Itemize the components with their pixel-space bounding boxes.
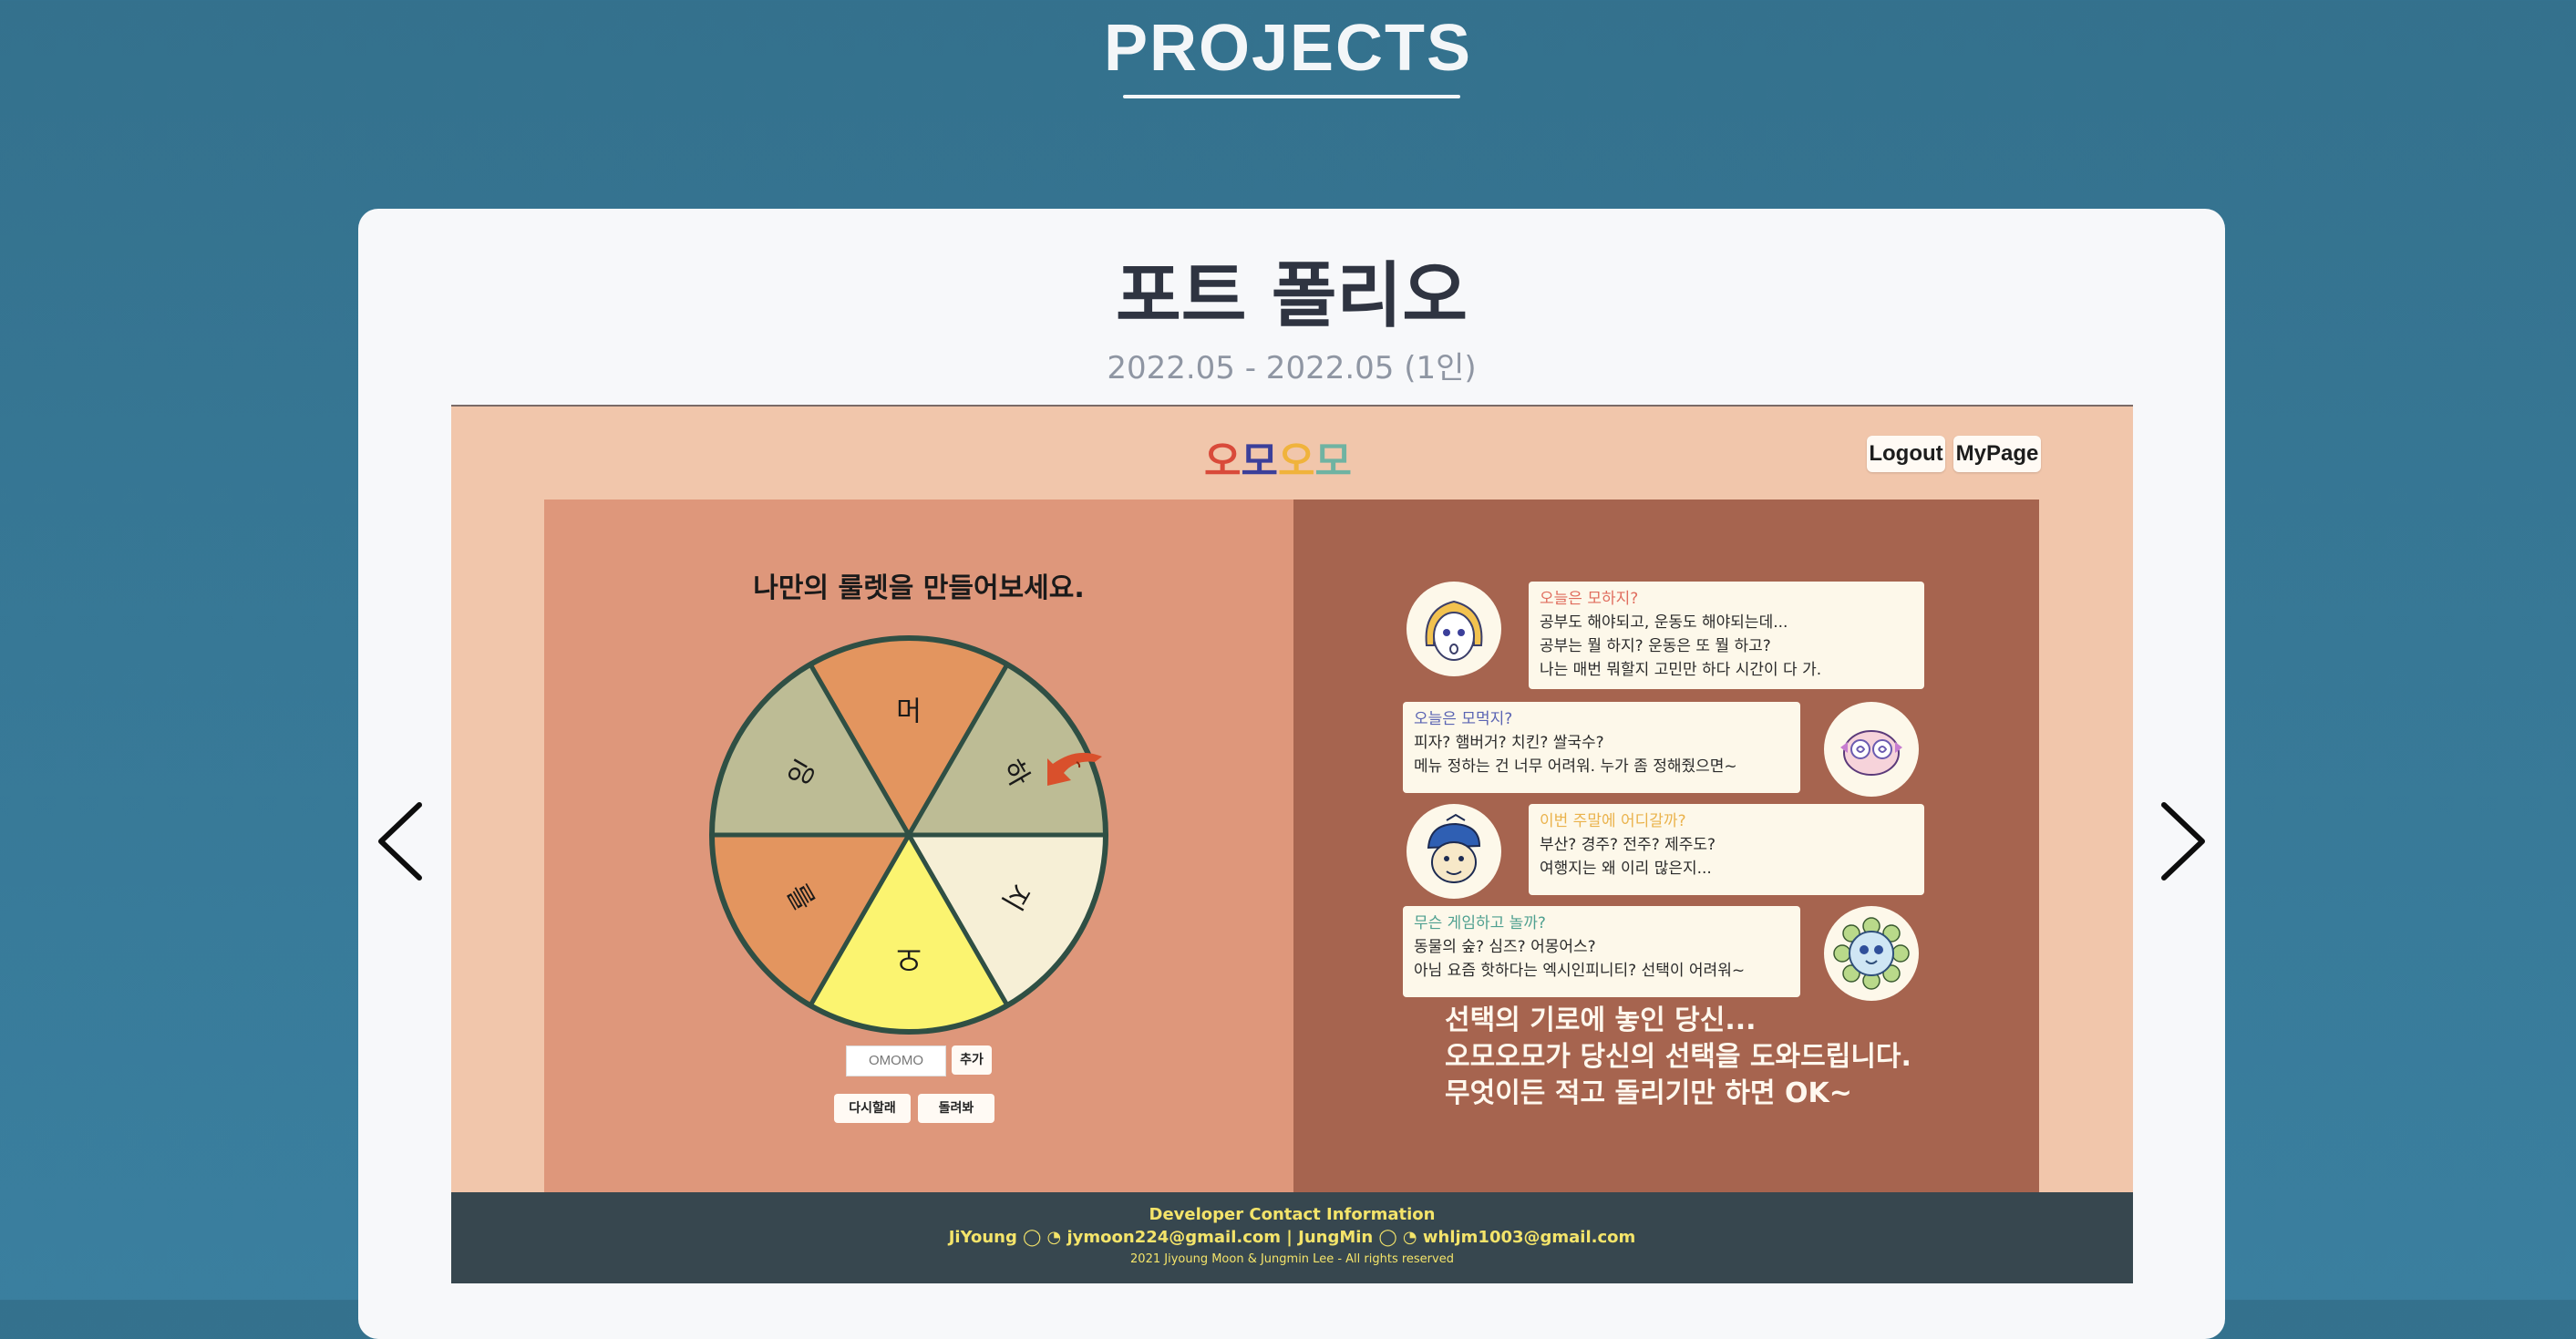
roulette-wheel[interactable]: 머하지오를잉 <box>708 625 1128 1045</box>
roulette-title: 나만의 룰렛을 만들어보세요. <box>753 572 1085 604</box>
logout-button[interactable]: Logout <box>1867 436 1945 472</box>
bubble-question: 이번 주말에 어디갈까? <box>1540 812 1686 830</box>
project-period: 2022.05 - 2022.05 (1인) <box>1107 350 1477 386</box>
section-title-underline <box>1123 95 1460 98</box>
footer-contacts: JiYoung ◯ ◔ jymoon224@gmail.com | JungMi… <box>948 1228 1636 1247</box>
spin-button[interactable]: 돌려봐 <box>918 1094 994 1123</box>
app-logo: 오모오모 <box>1204 428 1352 487</box>
roulette-panel: 나만의 룰렛을 만들어보세요. 머하지오를잉 OMOMO 추가 다시할래 돌려봐 <box>544 500 1293 1192</box>
bubble-line: 동물의 숲? 심즈? 어몽어스? <box>1414 938 1596 956</box>
footer-copyright: 2021 Jiyoung Moon & Jungmin Lee - All ri… <box>1130 1252 1454 1266</box>
bubble-question: 오늘은 모먹지? <box>1414 710 1513 728</box>
app-footer: Developer Contact Information JiYoung ◯ … <box>451 1192 2133 1283</box>
speech-bubble: 무슨 게임하고 놀까? 동물의 숲? 심즈? 어몽어스? 아님 요즘 핫하다는 … <box>1403 906 1800 997</box>
speech-bubble: 오늘은 모먹지? 피자? 햄버거? 치킨? 쌀국수? 메뉴 정하는 건 너무 어… <box>1403 702 1800 793</box>
roulette-segment-label: 머 <box>896 696 922 728</box>
project-title: 포트 폴리오 <box>1116 255 1468 337</box>
bubble-question: 무슨 게임하고 놀까? <box>1414 914 1546 932</box>
logo-letter: 오 <box>1277 438 1315 485</box>
chevron-right-icon <box>2161 802 2205 881</box>
roulette-segment-label: 오 <box>896 942 922 973</box>
carousel-prev-button[interactable] <box>374 800 428 882</box>
slogan-line: 선택의 기로에 놓인 당신... <box>1445 1004 1757 1036</box>
girl-face-icon <box>1425 600 1483 661</box>
footer-heading: Developer Contact Information <box>1149 1205 1436 1224</box>
bubble-line: 공부는 뭘 하지? 운동은 또 뭘 하고? <box>1540 637 1771 655</box>
avatar <box>1406 582 1501 676</box>
bubble-line: 여행지는 왜 이리 많은지... <box>1540 860 1712 878</box>
bubble-line: 나는 매번 뭐할지 고민만 하다 시간이 다 가. <box>1540 661 1822 679</box>
bubble-question: 오늘은 모하지? <box>1540 590 1639 608</box>
bubble-line: 부산? 경주? 전주? 제주도? <box>1540 836 1716 854</box>
carousel-next-button[interactable] <box>2155 800 2210 882</box>
logo-letter: 모 <box>1241 438 1278 485</box>
logo-letter: 모 <box>1314 438 1352 485</box>
avatar <box>1824 906 1919 1001</box>
bubble-line: 메뉴 정하는 건 너무 어려워. 누가 좀 정해줬으면~ <box>1414 757 1737 776</box>
candy-face-icon <box>1840 730 1902 776</box>
mypage-button[interactable]: MyPage <box>1953 436 2041 472</box>
bubble-line: 아님 요즘 핫하다는 엑시인피니티? 선택이 어려워~ <box>1414 962 1746 980</box>
section-title: PROJECTS <box>1103 12 1473 85</box>
reset-button[interactable]: 다시할래 <box>834 1094 911 1123</box>
slogan-line: 무엇이든 적고 돌리기만 하면 OK~ <box>1445 1077 1852 1109</box>
add-item-button[interactable]: 추가 <box>952 1045 992 1075</box>
bubble-line: 공부도 해야되고, 운동도 해야되는데... <box>1540 613 1788 632</box>
slogan: 선택의 기로에 놓인 당신... 오모오모가 당신의 선택을 도와드립니다. 무… <box>1445 1003 1992 1112</box>
chevron-left-icon <box>378 802 422 881</box>
intro-panel: 오늘은 모하지? 공부도 해야되고, 운동도 해야되는데... 공부는 뭘 하지… <box>1293 500 2039 1192</box>
flower-face-icon <box>1833 917 1910 990</box>
logo-letter: 오 <box>1204 438 1242 485</box>
speech-bubble: 이번 주말에 어디갈까? 부산? 경주? 전주? 제주도? 여행지는 왜 이리 … <box>1529 804 1924 895</box>
project-screenshot: 오모오모 Logout MyPage 나만의 룰렛을 만들어보세요. 머하지오를… <box>451 405 2133 1283</box>
avatar <box>1406 804 1501 899</box>
slogan-line: 오모오모가 당신의 선택을 도와드립니다. <box>1445 1041 1911 1073</box>
boy-face-icon <box>1427 813 1481 883</box>
avatar <box>1824 702 1919 797</box>
bubble-line: 피자? 햄버거? 치킨? 쌀국수? <box>1414 734 1604 752</box>
speech-bubble: 오늘은 모하지? 공부도 해야되고, 운동도 해야되는데... 공부는 뭘 하지… <box>1529 582 1924 689</box>
roulette-item-input[interactable]: OMOMO <box>846 1045 946 1076</box>
